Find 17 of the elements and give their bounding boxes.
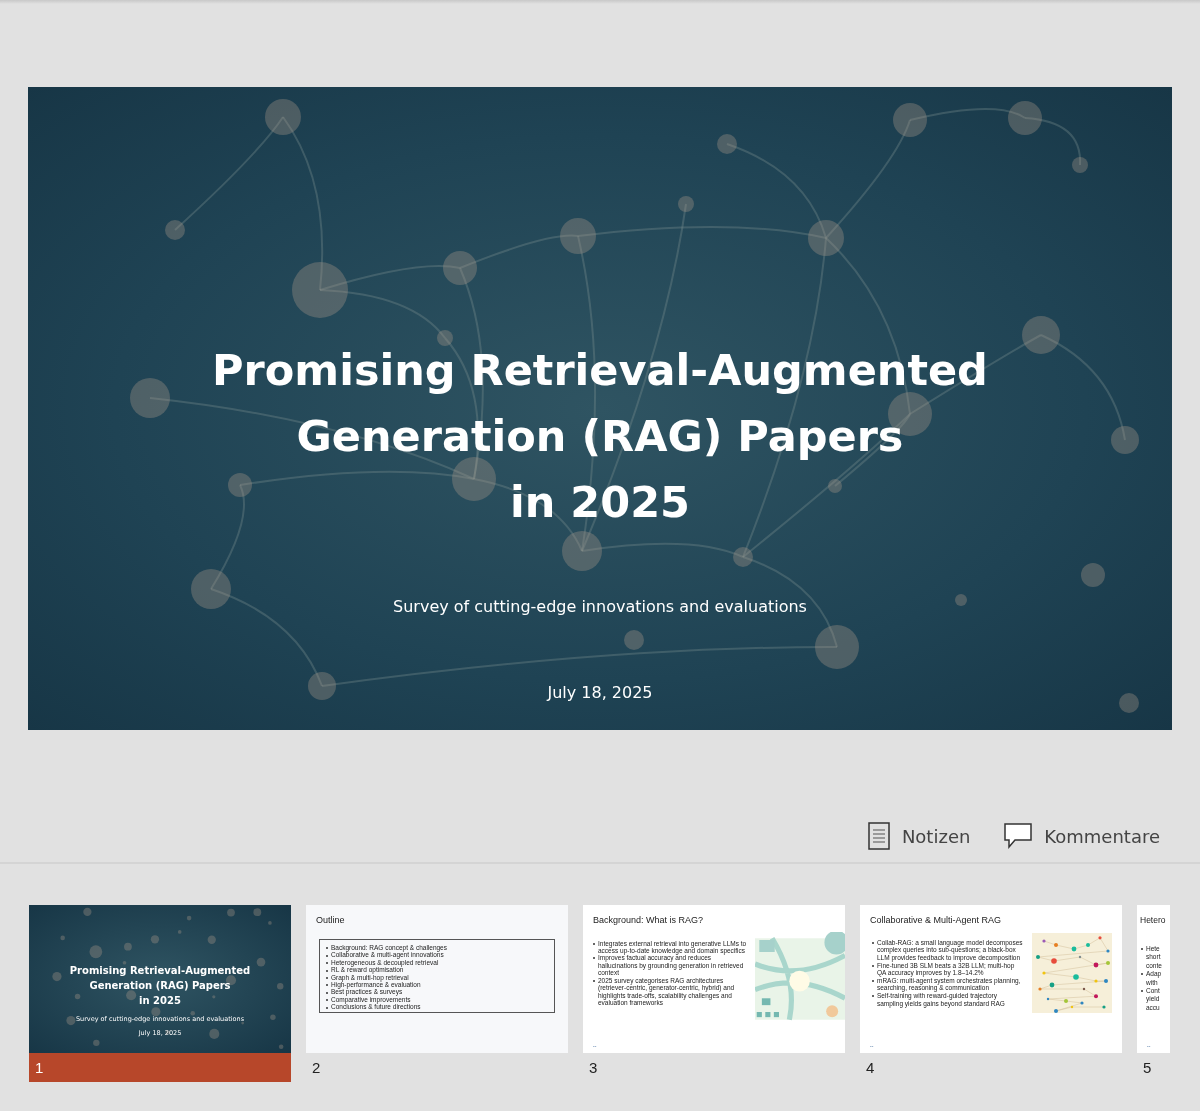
comment-icon <box>1004 823 1033 849</box>
slide-number: 4 <box>865 1058 876 1078</box>
slide-number: 1 <box>29 1053 291 1082</box>
slide-title: Outline <box>315 914 346 925</box>
notes-icon <box>867 822 890 850</box>
slide-number: 3 <box>588 1058 599 1078</box>
slide-title: Collaborative & Multi-Agent RAG <box>869 914 1003 925</box>
slide-title: Promising Retrieval-Augmented Generation (RAG) Papers in 2025 <box>69 964 251 1008</box>
slide-subtitle: Survey of cutting-edge innovations and evaluations <box>393 597 807 616</box>
slide-title: Hetero <box>1139 914 1167 925</box>
slide-number: 5 <box>1142 1058 1153 1078</box>
slide-title: Promising Retrieval-Augmented Generation (RAG) Papers in 2025 <box>212 344 988 529</box>
slide-date: July 18, 2025 <box>547 683 653 702</box>
slide-title: Background: What is RAG? <box>592 914 705 925</box>
notes-button[interactable]: Notizen <box>863 822 975 850</box>
comments-button[interactable]: Kommentare <box>1000 822 1164 850</box>
slide-number: 2 <box>311 1058 322 1078</box>
